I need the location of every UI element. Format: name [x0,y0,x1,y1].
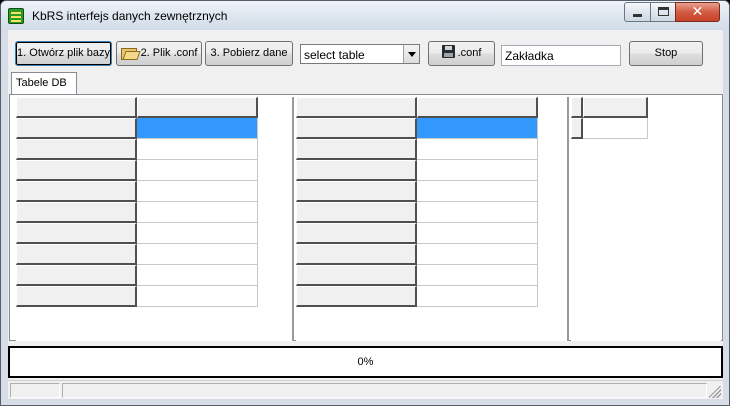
data-grid-3[interactable] [571,97,721,341]
bookmark-input[interactable] [501,45,621,66]
grid-header-cell[interactable] [296,97,417,118]
title-bar[interactable]: KbRS interfejs danych zewnętrznych ✕ [1,1,729,30]
maximize-button[interactable] [650,2,676,22]
grid-header-cell[interactable] [16,265,137,286]
dropdown-arrow-icon[interactable] [403,45,419,63]
grid-header-cell[interactable] [16,286,137,307]
grid-cell[interactable] [137,139,258,160]
grid-selected-cell[interactable] [417,118,538,139]
data-grid-2[interactable] [296,97,569,341]
conf-file-label: 2. Plik .conf [140,47,198,59]
client-area: 1. Otwórz plik bazy 2. Plik .conf 3. Pob… [8,30,723,399]
tab-label: Tabele DB [16,77,67,89]
grid-cell[interactable] [137,286,258,307]
grid-selected-cell[interactable] [137,118,258,139]
grid-header-cell[interactable] [16,202,137,223]
grid-cell[interactable] [417,202,538,223]
progress-bar: 0% [8,346,723,378]
grid-header-cell[interactable] [296,160,417,181]
save-conf-button[interactable]: .conf [428,41,495,66]
grid-header-cell[interactable] [296,265,417,286]
grid-cell[interactable] [417,286,538,307]
open-db-label: 1. Otwórz plik bazy [17,47,110,59]
grid-header-cell[interactable] [296,202,417,223]
status-panel-2 [62,383,707,398]
grid-header-cell[interactable] [16,160,137,181]
grid-cell[interactable] [417,181,538,202]
close-button[interactable]: ✕ [675,2,720,22]
grid-header-cell[interactable] [583,97,648,118]
grid-header-cell[interactable] [296,244,417,265]
status-panel-1 [10,383,60,398]
stop-button[interactable]: Stop [629,41,703,66]
open-db-button[interactable]: 1. Otwórz plik bazy [15,41,112,66]
conf-file-button[interactable]: 2. Plik .conf [116,41,202,66]
tab-panel [9,94,723,341]
table-select-value: select table [304,48,365,62]
data-grid-1[interactable] [16,97,294,341]
grid-cell[interactable] [417,139,538,160]
grid-header-cell[interactable] [296,181,417,202]
grid-header-cell[interactable] [296,118,417,139]
floppy-disk-icon [441,45,455,58]
maximize-icon [658,7,669,16]
app-icon[interactable] [8,8,24,24]
grid-header-cell[interactable] [296,223,417,244]
fetch-data-label: 3. Pobierz dane [210,47,288,59]
size-grip-icon[interactable] [709,386,721,398]
grid-header-cell[interactable] [16,97,137,118]
grid-header-cell[interactable] [16,244,137,265]
close-icon: ✕ [691,4,704,20]
grid-cell[interactable] [417,223,538,244]
grid-cell[interactable] [417,265,538,286]
grid-header-cell[interactable] [571,97,583,118]
grid-cell[interactable] [137,223,258,244]
grid-cell[interactable] [137,244,258,265]
table-select[interactable]: select table [300,44,420,64]
grid-header-cell[interactable] [16,181,137,202]
folder-open-icon [120,46,137,60]
fetch-data-button[interactable]: 3. Pobierz dane [205,41,293,66]
tab-tabele-db[interactable]: Tabele DB [11,72,77,94]
grid-header-cell[interactable] [16,139,137,160]
status-bar [8,380,723,399]
grid-cell[interactable] [417,244,538,265]
grid-cell[interactable] [137,202,258,223]
minimize-button[interactable] [624,2,651,22]
grid-cell[interactable] [137,160,258,181]
window-title: KbRS interfejs danych zewnętrznych [32,9,228,23]
minimize-icon [633,14,642,17]
grid-cell[interactable] [583,118,648,139]
save-conf-label: .conf [457,47,482,59]
grid-header-cell[interactable] [571,118,583,139]
grid-header-cell[interactable] [16,223,137,244]
grid-header-cell[interactable] [296,139,417,160]
grid-cell[interactable] [137,181,258,202]
progress-text: 0% [357,356,374,368]
stop-label: Stop [654,47,678,59]
grid-header-cell[interactable] [296,286,417,307]
grid-cell[interactable] [417,160,538,181]
grid-header-cell[interactable] [417,97,538,118]
grid-cell[interactable] [137,265,258,286]
grid-header-cell[interactable] [137,97,258,118]
grid-header-cell[interactable] [16,118,137,139]
main-window: KbRS interfejs danych zewnętrznych ✕ 1. … [0,0,730,406]
